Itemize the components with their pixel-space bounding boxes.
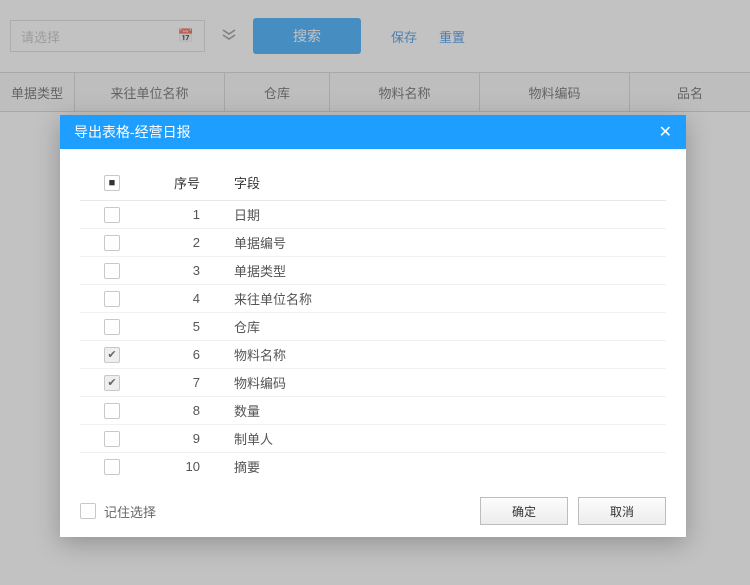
row-index: 5 bbox=[144, 319, 234, 334]
modal-footer: 记住选择 确定 取消 bbox=[60, 485, 686, 537]
row-checkbox[interactable] bbox=[104, 291, 120, 307]
row-field: 单据编号 bbox=[234, 233, 666, 252]
row-index: 2 bbox=[144, 235, 234, 250]
table-row: 3单据类型 bbox=[80, 257, 666, 285]
row-field: 来往单位名称 bbox=[234, 289, 666, 308]
table-row: 2单据编号 bbox=[80, 229, 666, 257]
row-checkbox[interactable] bbox=[104, 459, 120, 475]
row-checkbox[interactable] bbox=[104, 235, 120, 251]
row-index: 4 bbox=[144, 291, 234, 306]
table-row: 10摘要 bbox=[80, 453, 666, 479]
row-checkbox[interactable] bbox=[104, 207, 120, 223]
row-checkbox[interactable] bbox=[104, 431, 120, 447]
remember-label: 记住选择 bbox=[104, 502, 156, 521]
table-row: 8数量 bbox=[80, 397, 666, 425]
row-index: 9 bbox=[144, 431, 234, 446]
row-index: 10 bbox=[144, 459, 234, 474]
row-checkbox[interactable]: ✔ bbox=[104, 375, 120, 391]
table-row: 1日期 bbox=[80, 201, 666, 229]
table-row: 5仓库 bbox=[80, 313, 666, 341]
close-icon[interactable]: ✕ bbox=[659, 122, 672, 142]
row-field: 单据类型 bbox=[234, 261, 666, 280]
modal-header: 导出表格-经营日报 ✕ bbox=[60, 115, 686, 149]
remember-checkbox[interactable] bbox=[80, 503, 96, 519]
row-field: 制单人 bbox=[234, 429, 666, 448]
ok-button[interactable]: 确定 bbox=[480, 497, 568, 525]
modal-body: ■ 序号 字段 1日期2单据编号3单据类型4来往单位名称5仓库✔6物料名称✔7物… bbox=[60, 149, 686, 485]
row-field: 数量 bbox=[234, 401, 666, 420]
row-field: 物料编码 bbox=[234, 373, 666, 392]
row-index: 8 bbox=[144, 403, 234, 418]
table-row: 4来往单位名称 bbox=[80, 285, 666, 313]
row-index: 3 bbox=[144, 263, 234, 278]
row-checkbox[interactable] bbox=[104, 319, 120, 335]
table-rows[interactable]: 1日期2单据编号3单据类型4来往单位名称5仓库✔6物料名称✔7物料编码8数量9制… bbox=[80, 201, 666, 479]
row-checkbox[interactable] bbox=[104, 263, 120, 279]
row-index: 1 bbox=[144, 207, 234, 222]
col-header-index: 序号 bbox=[144, 173, 234, 192]
row-index: 6 bbox=[144, 347, 234, 362]
modal-title: 导出表格-经营日报 bbox=[74, 122, 191, 142]
remember-choice[interactable]: 记住选择 bbox=[80, 502, 156, 521]
table-header-row: ■ 序号 字段 bbox=[80, 165, 666, 201]
row-field: 物料名称 bbox=[234, 345, 666, 364]
col-header-field: 字段 bbox=[234, 173, 666, 192]
row-checkbox[interactable]: ✔ bbox=[104, 347, 120, 363]
select-all-checkbox[interactable]: ■ bbox=[104, 175, 120, 191]
row-checkbox[interactable] bbox=[104, 403, 120, 419]
row-field: 日期 bbox=[234, 205, 666, 224]
cancel-button[interactable]: 取消 bbox=[578, 497, 666, 525]
table-row: ✔ 6物料名称 bbox=[80, 341, 666, 369]
table-row: 9制单人 bbox=[80, 425, 666, 453]
row-field: 仓库 bbox=[234, 317, 666, 336]
row-index: 7 bbox=[144, 375, 234, 390]
export-modal: 导出表格-经营日报 ✕ ■ 序号 字段 1日期2单据编号3单据类型4来往单位名称… bbox=[60, 115, 686, 537]
row-field: 摘要 bbox=[234, 457, 666, 476]
table-row: ✔ 7物料编码 bbox=[80, 369, 666, 397]
